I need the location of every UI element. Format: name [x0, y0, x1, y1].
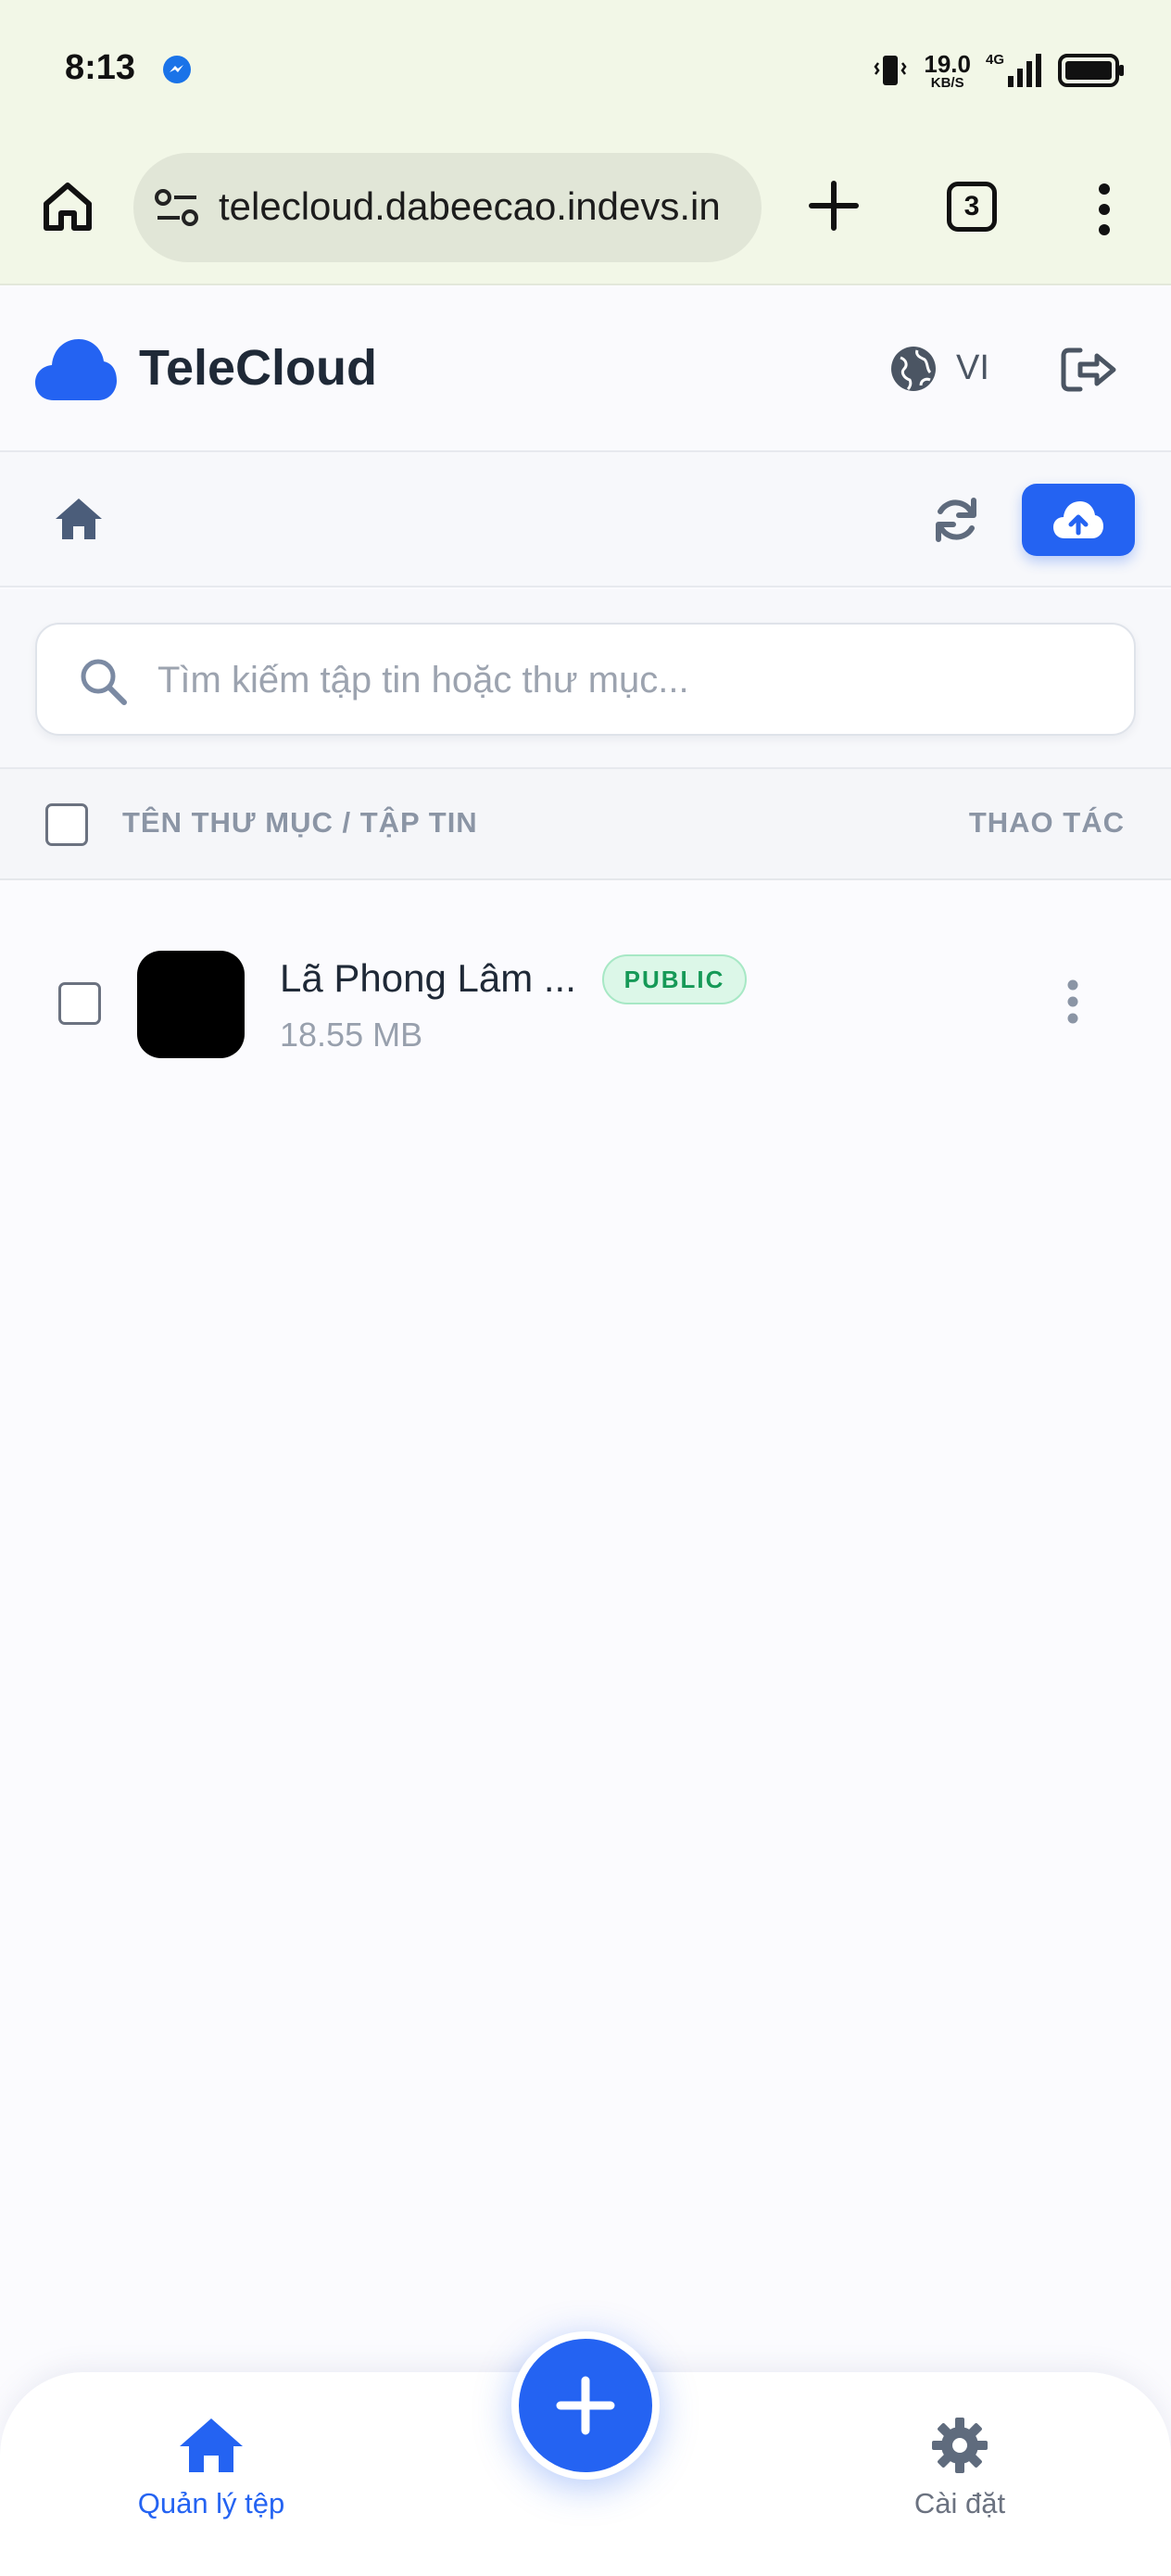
- file-name[interactable]: Lã Phong Lâm ...: [280, 956, 576, 1001]
- search-box[interactable]: [35, 623, 1136, 736]
- upload-button[interactable]: [1022, 484, 1135, 556]
- search-section: [0, 589, 1171, 769]
- public-badge: PUBLIC: [602, 954, 747, 1004]
- status-bar: 8:13 19.0 KB/S 4G: [0, 0, 1171, 139]
- file-toolbar: [0, 452, 1171, 587]
- language-switcher[interactable]: VI: [956, 348, 989, 388]
- row-checkbox[interactable]: [58, 982, 101, 1025]
- column-header-name: TÊN THƯ MỤC / TẬP TIN: [122, 806, 478, 839]
- status-time: 8:13: [65, 48, 136, 87]
- cloud-upload-icon: [1053, 501, 1103, 538]
- add-fab-button[interactable]: [511, 2331, 660, 2480]
- browser-menu-icon[interactable]: [1093, 182, 1115, 237]
- breadcrumb-home-icon[interactable]: [54, 497, 104, 541]
- battery-icon: [1058, 54, 1124, 87]
- browser-toolbar: telecloud.dabeecao.indevs.in 3: [0, 139, 1171, 285]
- nav-file-manager[interactable]: Quản lý tệp: [100, 2417, 322, 2537]
- globe-icon[interactable]: [889, 345, 938, 393]
- nav-settings-label: Cài đặt: [913, 2487, 1006, 2519]
- network-type: 4G: [985, 52, 1004, 68]
- cloud-logo-icon: [35, 339, 117, 400]
- url-text[interactable]: telecloud.dabeecao.indevs.in: [219, 184, 747, 231]
- browser-home-icon[interactable]: [37, 176, 98, 237]
- vibrate-icon: [874, 56, 907, 85]
- logout-icon[interactable]: [1058, 345, 1117, 395]
- search-input[interactable]: [157, 647, 1112, 713]
- app-root: 8:13 19.0 KB/S 4G telecloud.dabeecao.ind…: [0, 0, 1171, 2576]
- messenger-notification-icon: [163, 56, 191, 83]
- search-icon: [81, 659, 127, 705]
- refresh-icon[interactable]: [931, 495, 981, 545]
- address-bar[interactable]: telecloud.dabeecao.indevs.in: [133, 153, 762, 262]
- network-speed: 19.0 KB/S: [924, 52, 971, 90]
- nav-file-manager-label: Quản lý tệp: [137, 2487, 285, 2519]
- home-icon: [180, 2418, 243, 2472]
- tab-switcher-button[interactable]: 3: [947, 182, 997, 232]
- file-thumbnail[interactable]: [137, 951, 245, 1058]
- site-settings-icon[interactable]: [154, 186, 200, 229]
- status-icons: 19.0 KB/S 4G: [872, 46, 1125, 95]
- network-speed-value: 19.0: [924, 49, 971, 78]
- new-tab-icon[interactable]: [806, 178, 862, 234]
- signal-icon: 4G: [986, 52, 1043, 89]
- row-actions-more-icon[interactable]: [1064, 979, 1082, 1025]
- brand-name: TeleCloud: [139, 340, 378, 396]
- gear-icon: [932, 2418, 988, 2473]
- network-speed-unit: KB/S: [930, 74, 964, 91]
- file-size: 18.55 MB: [280, 1016, 423, 1054]
- table-header: TÊN THƯ MỤC / TẬP TIN THAO TÁC: [0, 769, 1171, 880]
- column-header-actions: THAO TÁC: [968, 806, 1125, 839]
- app-header: TeleCloud VI: [0, 287, 1171, 452]
- select-all-checkbox[interactable]: [45, 803, 88, 846]
- nav-settings[interactable]: Cài đặt: [849, 2417, 1071, 2537]
- plus-icon: [556, 2376, 615, 2435]
- table-row[interactable]: Lã Phong Lâm ... PUBLIC 18.55 MB: [0, 880, 1171, 1123]
